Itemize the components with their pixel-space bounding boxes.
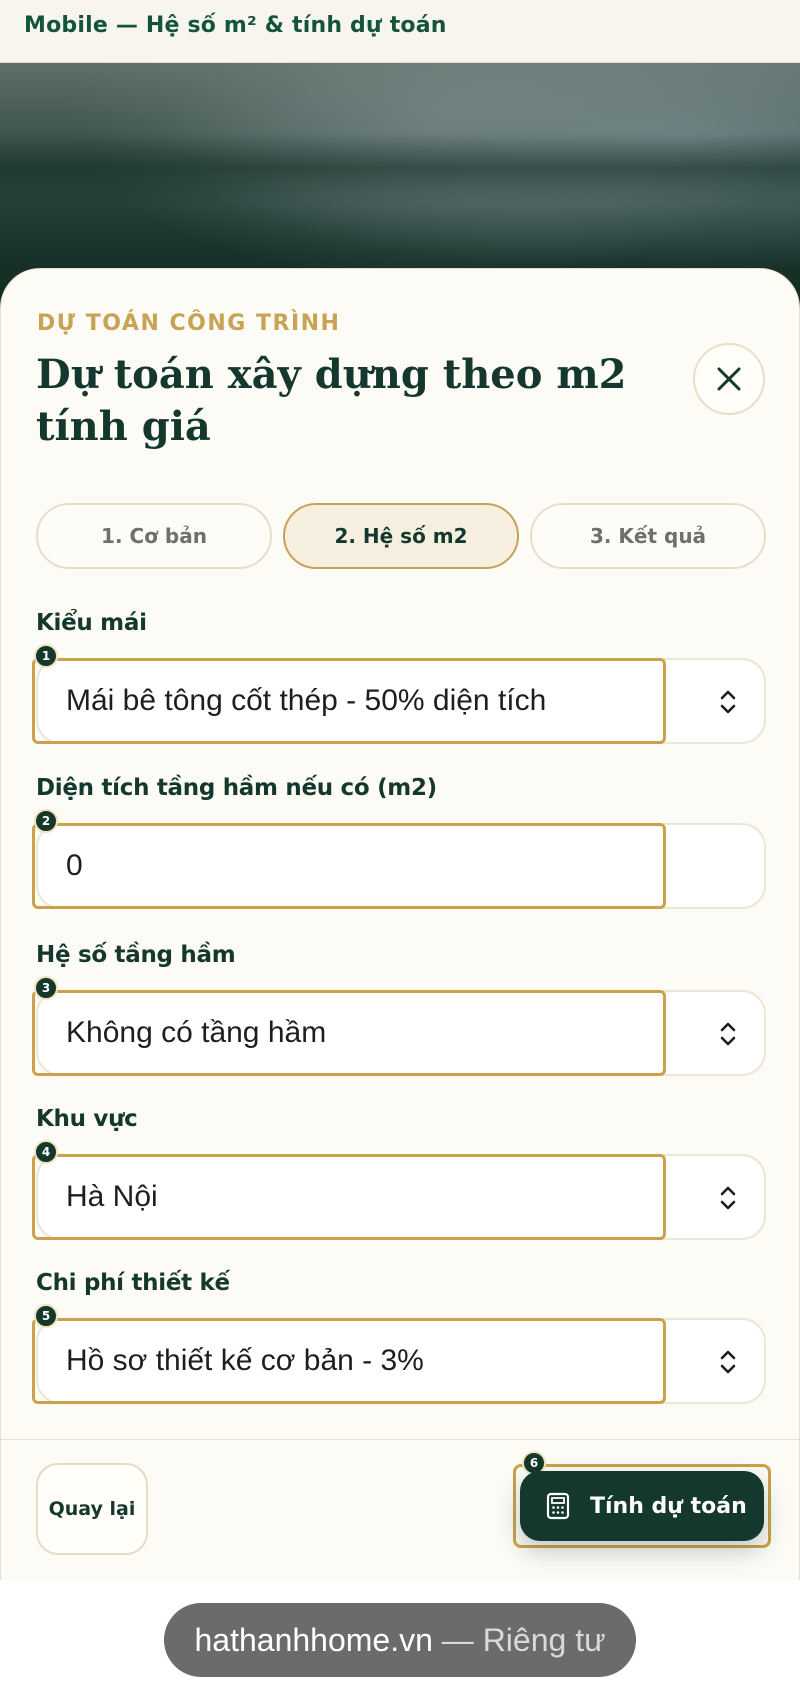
sheet-footer: Quay lại 6 Tính dự toán: [1, 1439, 799, 1580]
roof-type-label: Kiểu mái: [36, 610, 147, 636]
design-cost-select[interactable]: 5 Hồ sơ thiết kế cơ bản - 3%: [32, 1304, 766, 1404]
calculate-button[interactable]: Tính dự toán: [520, 1471, 764, 1541]
field-highlight: [32, 823, 666, 909]
basement-factor-select[interactable]: 3 Không có tầng hầm: [32, 976, 766, 1076]
private-mode-label: Riêng tư: [482, 1621, 606, 1658]
step-badge: 4: [34, 1140, 58, 1164]
step-tabs: 1. Cơ bản 2. Hệ số m2 3. Kết quả: [36, 503, 766, 569]
tab-he-so-m2[interactable]: 2. Hệ số m2: [283, 503, 519, 569]
roof-type-select[interactable]: 1 Mái bê tông cốt thép - 50% diện tích: [32, 644, 766, 744]
close-button[interactable]: [693, 343, 765, 415]
back-button[interactable]: Quay lại: [36, 1463, 148, 1555]
sheet-eyebrow: DỰ TOÁN CÔNG TRÌNH: [37, 311, 341, 336]
step-badge: 5: [34, 1304, 58, 1328]
url-separator: —: [432, 1621, 483, 1658]
calculator-icon: [546, 1492, 570, 1520]
url-domain: hathanhhome.vn: [194, 1621, 433, 1658]
step-badge: 2: [34, 809, 58, 833]
step-badge: 1: [34, 644, 58, 668]
basement-area-value: 0: [66, 849, 83, 882]
region-value: Hà Nội: [66, 1180, 158, 1213]
basement-area-label: Diện tích tầng hầm nếu có (m2): [36, 775, 437, 801]
tab-co-ban[interactable]: 1. Cơ bản: [36, 503, 272, 569]
chevron-up-down-icon: [720, 1350, 736, 1374]
chevron-up-down-icon: [720, 1186, 736, 1210]
chevron-up-down-icon: [720, 1022, 736, 1046]
design-cost-value: Hồ sơ thiết kế cơ bản - 3%: [66, 1344, 424, 1377]
tab-ket-qua[interactable]: 3. Kết quả: [530, 503, 766, 569]
basement-factor-label: Hệ số tầng hầm: [36, 942, 236, 968]
chevron-up-down-icon: [720, 690, 736, 714]
close-icon: [717, 367, 741, 391]
basement-factor-value: Không có tầng hầm: [66, 1016, 327, 1049]
design-cost-label: Chi phí thiết kế: [36, 1270, 230, 1296]
bottom-sheet: DỰ TOÁN CÔNG TRÌNH Dự toán xây dựng theo…: [0, 268, 800, 1580]
page-title: Mobile — Hệ số m² & tính dự toán: [24, 13, 447, 38]
sheet-title: Dự toán xây dựng theo m2 tính giá: [36, 351, 627, 450]
basement-area-input[interactable]: 2 0: [32, 809, 766, 909]
region-select[interactable]: 4 Hà Nội: [32, 1140, 766, 1240]
calc-highlight: 6 Tính dự toán: [513, 1451, 771, 1548]
top-bar: Mobile — Hệ số m² & tính dự toán: [0, 0, 800, 63]
browser-url-bar[interactable]: hathanhhome.vn — Riêng tư: [164, 1603, 636, 1677]
step-badge: 3: [34, 976, 58, 1000]
region-label: Khu vực: [36, 1106, 138, 1132]
calculate-label: Tính dự toán: [590, 1493, 747, 1519]
roof-type-value: Mái bê tông cốt thép - 50% diện tích: [66, 684, 547, 717]
